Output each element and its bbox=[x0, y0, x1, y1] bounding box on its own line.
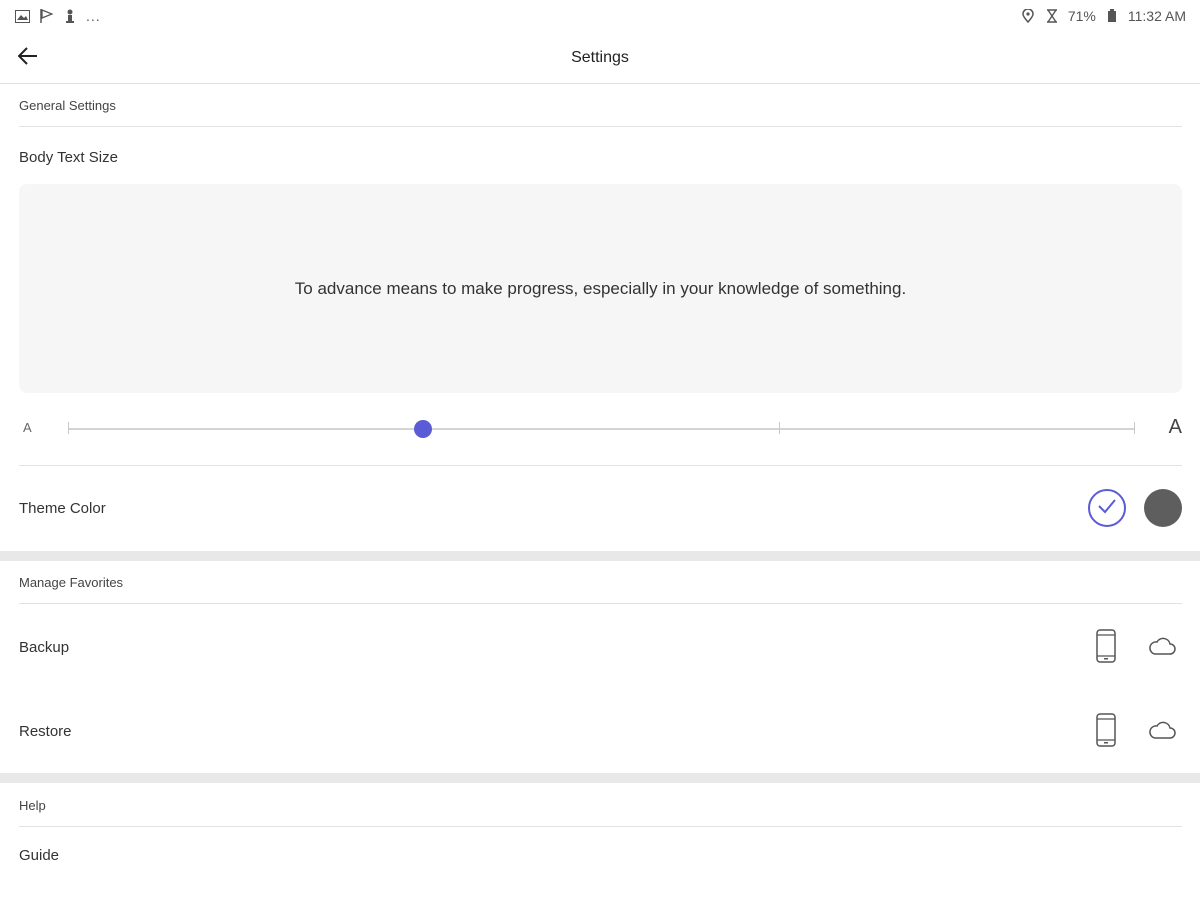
location-icon bbox=[1020, 8, 1036, 24]
cloud-icon[interactable] bbox=[1144, 626, 1180, 666]
back-arrow-icon bbox=[17, 46, 38, 70]
section-separator bbox=[0, 551, 1200, 561]
body-text-size-label: Body Text Size bbox=[19, 149, 118, 166]
app-bar: Settings bbox=[0, 32, 1200, 84]
theme-color-label: Theme Color bbox=[19, 500, 106, 517]
cloud-icon[interactable] bbox=[1144, 710, 1180, 750]
section-header-favorites: Manage Favorites bbox=[19, 575, 1182, 604]
slider-thumb[interactable] bbox=[414, 420, 433, 438]
slider-tick bbox=[68, 422, 69, 434]
divider bbox=[19, 465, 1182, 466]
preview-text: To advance means to make progress, espec… bbox=[294, 278, 907, 298]
battery-percent: 71% bbox=[1067, 8, 1096, 24]
slider-track[interactable] bbox=[68, 428, 1134, 430]
phone-icon[interactable] bbox=[1088, 710, 1124, 750]
phone-icon[interactable] bbox=[1088, 626, 1124, 666]
slider-tick bbox=[1134, 422, 1135, 434]
figure-icon bbox=[62, 8, 78, 24]
status-right: 71% 11:32 AM bbox=[1020, 8, 1186, 24]
text-size-preview: To advance means to make progress, espec… bbox=[19, 184, 1182, 393]
check-icon bbox=[1097, 498, 1117, 519]
status-bar: ... 71% 11:32 AM bbox=[0, 0, 1200, 32]
slider-small-a-label: A bbox=[23, 420, 32, 435]
flag-icon bbox=[38, 8, 54, 24]
page-title: Settings bbox=[571, 48, 629, 66]
section-header-general: General Settings bbox=[19, 98, 1182, 127]
text-size-slider[interactable]: A A bbox=[19, 410, 1182, 450]
status-left: ... bbox=[14, 8, 101, 24]
theme-light-swatch[interactable] bbox=[1088, 489, 1126, 527]
hourglass-icon bbox=[1044, 8, 1060, 24]
section-separator bbox=[0, 773, 1200, 783]
status-time: 11:32 AM bbox=[1127, 8, 1186, 24]
lock-battery-icon bbox=[1104, 8, 1120, 24]
slider-tick bbox=[779, 422, 780, 434]
back-button[interactable] bbox=[12, 42, 44, 74]
gallery-icon bbox=[14, 8, 30, 24]
status-more: ... bbox=[86, 8, 101, 24]
slider-large-a-label: A bbox=[1168, 416, 1182, 438]
section-header-help: Help bbox=[19, 798, 1182, 827]
backup-label[interactable]: Backup bbox=[19, 639, 69, 656]
guide-label[interactable]: Guide bbox=[19, 847, 59, 864]
restore-label[interactable]: Restore bbox=[19, 723, 72, 740]
theme-dark-swatch[interactable] bbox=[1144, 489, 1182, 527]
